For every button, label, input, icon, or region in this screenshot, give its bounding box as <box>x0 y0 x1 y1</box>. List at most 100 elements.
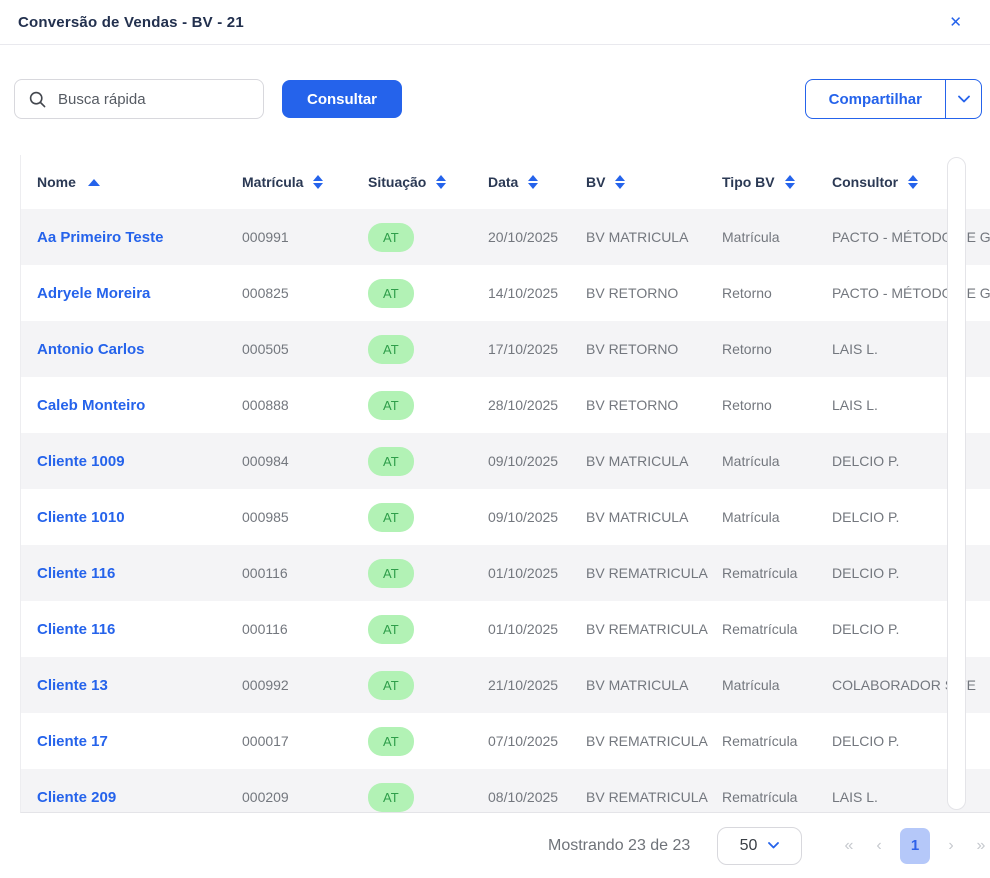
tipo_bv-cell: Rematrícula <box>706 769 816 813</box>
sort-icon <box>313 175 323 189</box>
sort-ascending-icon <box>88 179 100 186</box>
matricula-cell: 000984 <box>226 433 352 489</box>
column-label: Situação <box>368 174 426 190</box>
matricula-cell: 000991 <box>226 209 352 265</box>
column-header-tipo_bv[interactable]: Tipo BV <box>706 155 816 209</box>
tipo_bv-cell: Rematrícula <box>706 601 816 657</box>
first-page-button[interactable]: « <box>836 831 862 861</box>
tipo_bv-cell: Rematrícula <box>706 545 816 601</box>
bv-cell: BV RETORNO <box>570 265 706 321</box>
data-cell: 07/10/2025 <box>472 713 570 769</box>
status-badge: AT <box>368 223 414 252</box>
page-title: Conversão de Vendas - BV - 21 <box>18 14 244 31</box>
results-table: NomeMatrículaSituaçãoDataBVTipo BVConsul… <box>21 155 990 813</box>
sort-icon <box>615 175 625 189</box>
data-cell: 01/10/2025 <box>472 545 570 601</box>
column-header-matricula[interactable]: Matrícula <box>226 155 352 209</box>
tipo_bv-cell: Retorno <box>706 321 816 377</box>
status-cell: AT <box>352 489 472 545</box>
status-cell: AT <box>352 601 472 657</box>
status-badge: AT <box>368 279 414 308</box>
row-name-link[interactable]: Antonio Carlos <box>37 341 145 358</box>
results-table-container: NomeMatrículaSituaçãoDataBVTipo BVConsul… <box>20 155 990 813</box>
tipo_bv-cell: Matrícula <box>706 657 816 713</box>
row-name-link[interactable]: Cliente 17 <box>37 733 108 750</box>
row-name-link[interactable]: Cliente 13 <box>37 677 108 694</box>
page-size-value: 50 <box>740 837 758 855</box>
tipo_bv-cell: Matrícula <box>706 433 816 489</box>
status-badge: AT <box>368 559 414 588</box>
next-page-button[interactable]: › <box>938 831 964 861</box>
status-badge: AT <box>368 447 414 476</box>
search-icon <box>29 91 46 108</box>
row-name-link[interactable]: Aa Primeiro Teste <box>37 229 163 246</box>
vertical-scrollbar[interactable] <box>947 157 966 810</box>
modal-header: Conversão de Vendas - BV - 21 ✕ <box>0 0 990 45</box>
bv-cell: BV REMATRICULA <box>570 769 706 813</box>
status-badge: AT <box>368 671 414 700</box>
status-cell: AT <box>352 657 472 713</box>
close-button[interactable]: ✕ <box>945 11 966 34</box>
pagination-footer: Mostrando 23 de 23 50 « ‹ 1 › » <box>0 813 990 878</box>
column-header-bv[interactable]: BV <box>570 155 706 209</box>
status-cell: AT <box>352 433 472 489</box>
row-name-link[interactable]: Adryele Moreira <box>37 285 150 302</box>
table-row: Cliente 209000209AT08/10/2025BV REMATRIC… <box>21 769 990 813</box>
chevron-down-icon <box>768 842 779 849</box>
row-name-link[interactable]: Cliente 209 <box>37 789 116 806</box>
showing-count-label: Mostrando 23 de 23 <box>548 837 690 855</box>
prev-page-button[interactable]: ‹ <box>866 831 892 861</box>
current-page-button[interactable]: 1 <box>900 828 930 864</box>
status-cell: AT <box>352 265 472 321</box>
row-name-link[interactable]: Cliente 116 <box>37 565 115 582</box>
status-badge: AT <box>368 391 414 420</box>
status-badge: AT <box>368 335 414 364</box>
name-cell: Adryele Moreira <box>21 265 226 321</box>
bv-cell: BV MATRICULA <box>570 657 706 713</box>
toolbar: Consultar Compartilhar <box>14 79 982 119</box>
data-cell: 21/10/2025 <box>472 657 570 713</box>
bv-cell: BV MATRICULA <box>570 489 706 545</box>
matricula-cell: 000116 <box>226 601 352 657</box>
name-cell: Cliente 1010 <box>21 489 226 545</box>
matricula-cell: 000888 <box>226 377 352 433</box>
matricula-cell: 000505 <box>226 321 352 377</box>
chevron-down-icon <box>958 95 970 103</box>
column-header-name[interactable]: Nome <box>21 155 226 209</box>
name-cell: Caleb Monteiro <box>21 377 226 433</box>
status-badge: AT <box>368 615 414 644</box>
last-page-button[interactable]: » <box>968 831 990 861</box>
close-icon: ✕ <box>949 14 962 31</box>
bv-cell: BV RETORNO <box>570 377 706 433</box>
tipo_bv-cell: Matrícula <box>706 489 816 545</box>
status-cell: AT <box>352 377 472 433</box>
column-header-situacao[interactable]: Situação <box>352 155 472 209</box>
page-size-select[interactable]: 50 <box>717 827 802 865</box>
name-cell: Aa Primeiro Teste <box>21 209 226 265</box>
status-cell: AT <box>352 545 472 601</box>
table-header-row: NomeMatrículaSituaçãoDataBVTipo BVConsul… <box>21 155 990 209</box>
row-name-link[interactable]: Caleb Monteiro <box>37 397 145 414</box>
tipo_bv-cell: Retorno <box>706 377 816 433</box>
status-cell: AT <box>352 209 472 265</box>
column-header-data[interactable]: Data <box>472 155 570 209</box>
name-cell: Cliente 1009 <box>21 433 226 489</box>
search-input[interactable] <box>58 91 263 108</box>
row-name-link[interactable]: Cliente 1009 <box>37 453 125 470</box>
consult-button[interactable]: Consultar <box>282 80 402 118</box>
row-name-link[interactable]: Cliente 116 <box>37 621 115 638</box>
name-cell: Cliente 209 <box>21 769 226 813</box>
name-cell: Antonio Carlos <box>21 321 226 377</box>
status-cell: AT <box>352 321 472 377</box>
data-cell: 17/10/2025 <box>472 321 570 377</box>
data-cell: 08/10/2025 <box>472 769 570 813</box>
status-cell: AT <box>352 713 472 769</box>
share-dropdown-button[interactable] <box>945 80 981 118</box>
share-button[interactable]: Compartilhar <box>806 80 945 118</box>
bv-cell: BV RETORNO <box>570 321 706 377</box>
search-box[interactable] <box>14 79 264 119</box>
bv-cell: BV MATRICULA <box>570 433 706 489</box>
status-badge: AT <box>368 783 414 812</box>
tipo_bv-cell: Matrícula <box>706 209 816 265</box>
row-name-link[interactable]: Cliente 1010 <box>37 509 125 526</box>
